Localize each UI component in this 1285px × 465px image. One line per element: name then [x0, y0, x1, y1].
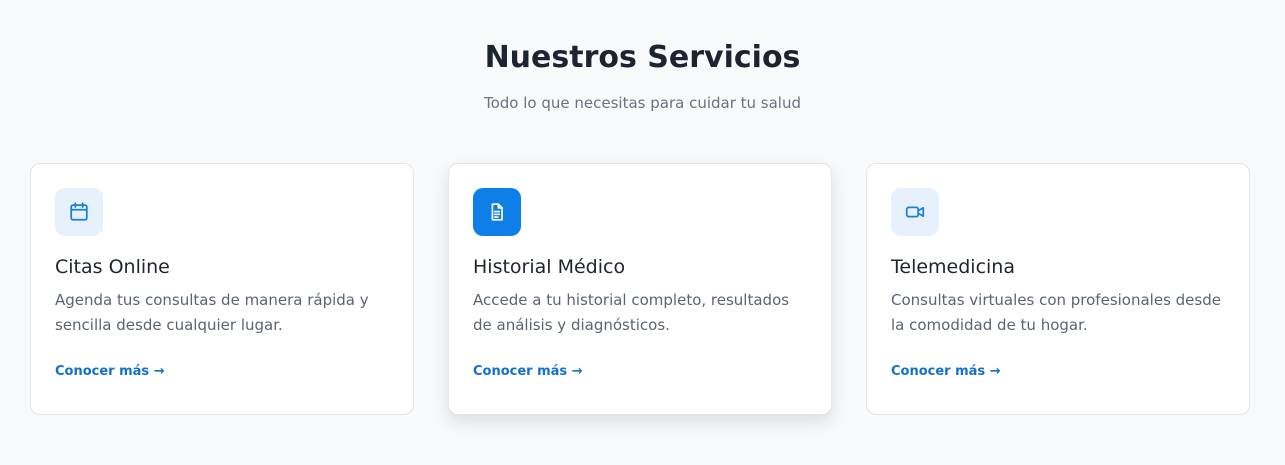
conocer-mas-link[interactable]: Conocer más →: [891, 363, 1001, 381]
document-icon: [473, 188, 521, 236]
service-card-title: Citas Online: [55, 256, 170, 278]
service-card-historial-medico: Historial Médico Accede a tu historial c…: [448, 163, 832, 415]
service-card-telemedicina: Telemedicina Consultas virtuales con pro…: [866, 163, 1250, 415]
section-subtitle: Todo lo que necesitas para cuidar tu sal…: [483, 94, 801, 112]
services-section: Nuestros Servicios Todo lo que necesitas…: [0, 0, 1285, 465]
services-card-list: Citas Online Agenda tus consultas de man…: [30, 163, 1252, 417]
calendar-icon: [55, 188, 103, 236]
service-card-description: Accede a tu historial completo, resultad…: [473, 291, 790, 334]
conocer-mas-link[interactable]: Conocer más →: [55, 363, 165, 381]
service-card-description: Consultas virtuales con profesionales de…: [891, 291, 1221, 334]
service-card-title: Historial Médico: [473, 256, 626, 278]
section-title: Nuestros Servicios: [484, 40, 801, 75]
video-camera-icon: [891, 188, 939, 236]
conocer-mas-link[interactable]: Conocer más →: [473, 363, 583, 381]
service-card-title: Telemedicina: [891, 256, 1015, 278]
service-card-description: Agenda tus consultas de manera rápida y …: [55, 291, 369, 334]
service-card-citas-online: Citas Online Agenda tus consultas de man…: [30, 163, 414, 415]
